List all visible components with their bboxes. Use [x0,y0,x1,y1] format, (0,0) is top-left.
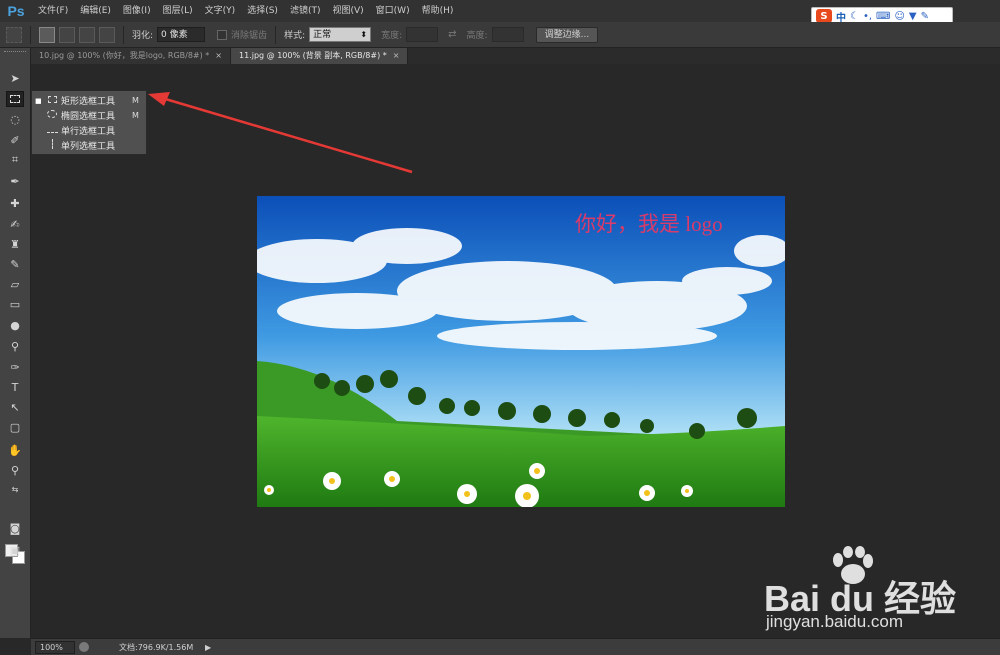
baidu-watermark: Bai du 经验 jingyan.baidu.com [750,540,990,650]
status-menu-arrow-icon[interactable]: ▶ [205,643,217,652]
document-size-info: 文档:796.9K/1.56M [119,642,194,652]
arrow-head [148,92,170,106]
arrow-shaft [161,96,413,174]
status-info-icon[interactable] [79,642,89,652]
zoom-level-input[interactable]: 100% [35,640,75,654]
baidu-url-text: jingyan.baidu.com [766,612,904,631]
